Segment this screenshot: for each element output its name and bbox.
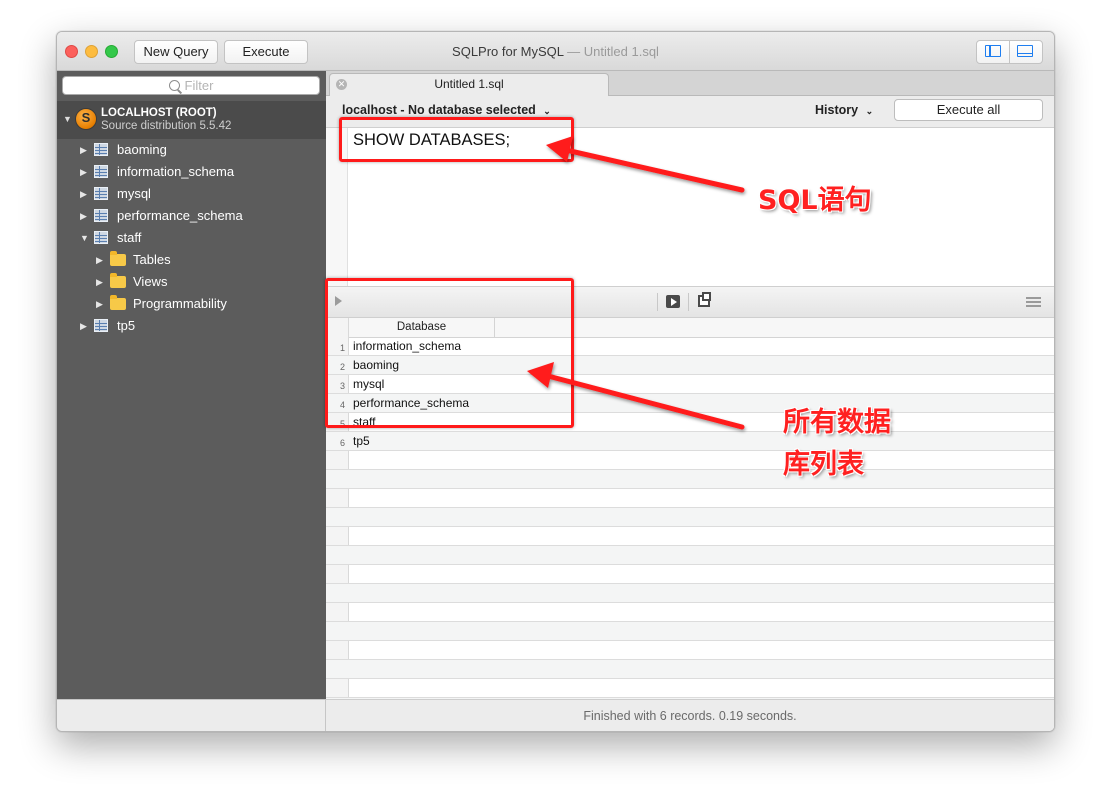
window-title: SQLPro for MySQL — Untitled 1.sql xyxy=(57,44,1054,59)
disclosure-collapsed-icon[interactable]: ▶ xyxy=(80,162,90,182)
sidebar-folder-label: Views xyxy=(133,274,168,289)
filter-placeholder: Filter xyxy=(184,78,214,93)
disclosure-collapsed-icon[interactable]: ▶ xyxy=(80,140,90,160)
empty-table-row xyxy=(326,660,1054,679)
sidebar-db-label: baoming xyxy=(117,142,167,157)
tab-untitled-1[interactable]: ✕ Untitled 1.sql xyxy=(329,73,609,96)
toolbar-divider xyxy=(657,293,658,311)
chevron-down-icon: ⌄ xyxy=(543,106,551,116)
history-label: History xyxy=(815,103,859,117)
database-icon xyxy=(94,143,108,156)
title-bar: New Query Execute SQLPro for MySQL — Unt… xyxy=(57,32,1054,71)
empty-table-row xyxy=(326,489,1054,508)
search-icon xyxy=(168,80,180,91)
table-row[interactable]: 6 tp5 xyxy=(326,432,1054,451)
list-annotation-label-line2: 库列表 xyxy=(783,449,864,480)
folder-icon xyxy=(110,295,126,310)
database-selector[interactable]: localhost - No database selected ⌄ xyxy=(342,103,551,117)
disclosure-collapsed-icon[interactable]: ▶ xyxy=(96,272,106,292)
sidebar-db-label: mysql xyxy=(117,186,151,201)
empty-table-row xyxy=(326,470,1054,489)
disclosure-collapsed-icon[interactable]: ▶ xyxy=(80,206,90,226)
empty-table-row xyxy=(326,508,1054,527)
window-title-app: SQLPro for MySQL xyxy=(452,44,564,59)
sidebar-db-baoming[interactable]: ▶ baoming xyxy=(57,140,326,160)
filter-input[interactable]: Filter xyxy=(62,76,320,95)
database-icon xyxy=(94,187,108,200)
empty-table-row xyxy=(326,565,1054,584)
database-icon xyxy=(94,209,108,222)
folder-icon xyxy=(110,251,126,266)
copy-results-icon[interactable] xyxy=(698,292,711,307)
empty-table-row xyxy=(326,451,1054,470)
disclosure-collapsed-icon[interactable]: ▶ xyxy=(80,316,90,336)
sql-annotation-label: SQL语句 xyxy=(758,185,872,216)
sidebar-db-tp5[interactable]: ▶ tp5 xyxy=(57,316,326,336)
empty-table-row xyxy=(326,603,1054,622)
connection-subtitle: Source distribution 5.5.42 xyxy=(101,120,232,132)
disclosure-expanded-icon[interactable]: ▼ xyxy=(63,114,72,124)
connection-item[interactable]: ▼ LOCALHOST (ROOT) Source distribution 5… xyxy=(57,101,326,139)
empty-table-row xyxy=(326,622,1054,641)
close-tab-icon[interactable]: ✕ xyxy=(336,79,347,90)
empty-table-row xyxy=(326,527,1054,546)
tab-label: Untitled 1.sql xyxy=(434,77,504,91)
sidebar-folder-tables[interactable]: ▶ Tables xyxy=(57,250,326,270)
empty-table-row xyxy=(326,584,1054,603)
folder-icon xyxy=(110,273,126,288)
view-toggle-group xyxy=(976,40,1043,64)
disclosure-collapsed-icon[interactable]: ▶ xyxy=(80,184,90,204)
sql-highlight-box xyxy=(339,117,574,162)
toggle-bottom-panel-icon[interactable] xyxy=(1017,45,1033,57)
empty-table-row xyxy=(326,641,1054,660)
sidebar-db-mysql[interactable]: ▶ mysql xyxy=(57,184,326,204)
sidebar-folder-label: Programmability xyxy=(133,296,227,311)
disclosure-collapsed-icon[interactable]: ▶ xyxy=(96,250,106,270)
disclosure-collapsed-icon[interactable]: ▶ xyxy=(96,294,106,314)
database-icon xyxy=(94,165,108,178)
results-highlight-box xyxy=(325,278,574,428)
history-dropdown[interactable]: History ⌄ xyxy=(815,103,873,117)
toggle-sidebar-icon[interactable] xyxy=(985,45,1001,57)
window-title-file: — Untitled 1.sql xyxy=(567,44,659,59)
sidebar-db-label: performance_schema xyxy=(117,208,243,223)
chevron-down-icon: ⌄ xyxy=(865,106,874,116)
sidebar-db-label: information_schema xyxy=(117,164,235,179)
execute-all-button[interactable]: Execute all xyxy=(894,99,1043,121)
sidebar-folder-label: Tables xyxy=(133,252,171,267)
empty-table-row xyxy=(326,679,1054,698)
database-selector-label: localhost - No database selected xyxy=(342,103,536,117)
sidebar: Filter ▼ LOCALHOST (ROOT) Source distrib… xyxy=(57,71,326,699)
database-icon xyxy=(94,319,108,332)
sidebar-folder-views[interactable]: ▶ Views xyxy=(57,272,326,292)
disclosure-expanded-icon[interactable]: ▼ xyxy=(80,228,90,248)
empty-table-row xyxy=(326,546,1054,565)
view-toggle-divider xyxy=(1009,41,1010,63)
run-query-icon[interactable] xyxy=(666,295,680,308)
sidebar-folder-programmability[interactable]: ▶ Programmability xyxy=(57,294,326,314)
sidebar-db-label: staff xyxy=(117,230,142,245)
sidebar-db-staff[interactable]: ▼ staff xyxy=(57,228,326,248)
status-bar: Finished with 6 records. 0.19 seconds. xyxy=(326,699,1054,731)
sidebar-db-label: tp5 xyxy=(117,318,136,333)
list-annotation-label-line1: 所有数据 xyxy=(783,407,891,438)
mysql-connection-icon xyxy=(75,108,97,130)
sidebar-db-performance-schema[interactable]: ▶ performance_schema xyxy=(57,206,326,226)
toolbar-divider xyxy=(688,293,689,311)
cell-database[interactable]: tp5 xyxy=(353,432,370,450)
connection-name: LOCALHOST (ROOT) xyxy=(101,107,217,119)
database-icon xyxy=(94,231,108,244)
sidebar-footer xyxy=(57,699,326,731)
sidebar-db-information-schema[interactable]: ▶ information_schema xyxy=(57,162,326,182)
tab-bar: ✕ Untitled 1.sql xyxy=(326,71,1054,96)
menu-icon[interactable] xyxy=(1026,297,1041,299)
filter-area: Filter xyxy=(57,71,326,101)
